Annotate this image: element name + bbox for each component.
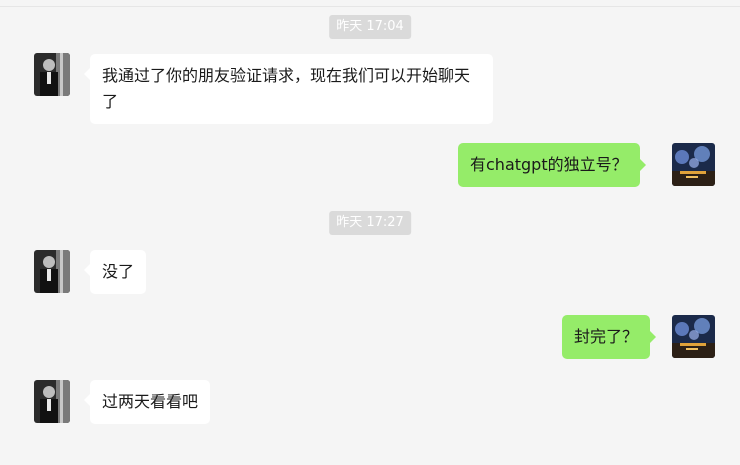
timestamp-divider: 昨天 17:04 [329, 15, 411, 39]
timestamp-divider: 昨天 17:27 [329, 211, 411, 235]
contact-avatar-icon[interactable] [34, 380, 70, 423]
message-bubble-incoming[interactable]: 我通过了你的朋友验证请求，现在我们可以开始聊天了 [84, 54, 493, 124]
top-divider [0, 6, 740, 7]
my-avatar-icon[interactable] [672, 143, 715, 186]
contact-avatar-icon[interactable] [34, 53, 70, 96]
message-bubble-incoming[interactable]: 过两天看看吧 [83, 380, 211, 424]
contact-avatar-icon[interactable] [34, 250, 70, 293]
message-bubble-outgoing[interactable]: 封完了？ [562, 315, 657, 359]
message-bubble-incoming[interactable]: 没了 [83, 250, 147, 294]
my-avatar-icon[interactable] [672, 315, 715, 358]
message-bubble-outgoing[interactable]: 有chatgpt的独立号？ [458, 143, 646, 187]
